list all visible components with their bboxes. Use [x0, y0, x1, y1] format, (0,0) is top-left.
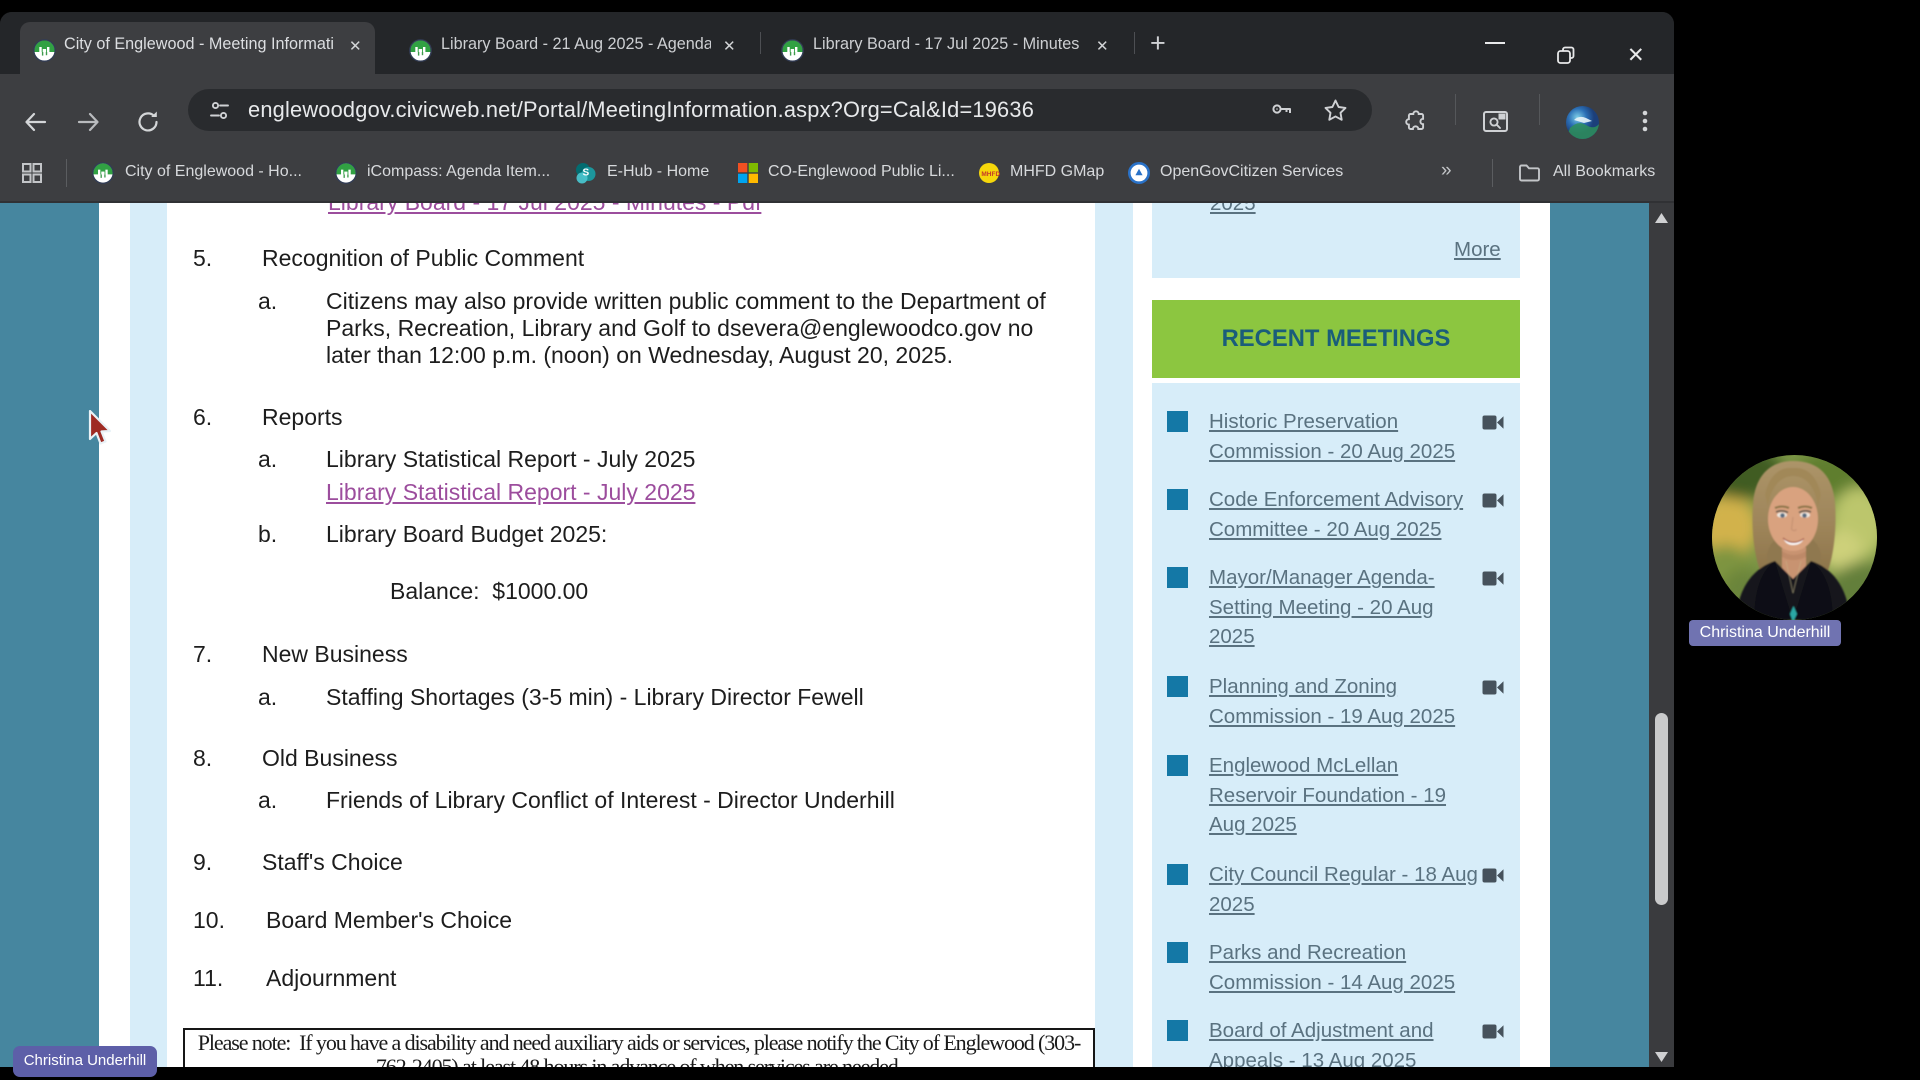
- svg-text:MHFD: MHFD: [981, 171, 1000, 178]
- svg-text:S: S: [583, 168, 590, 179]
